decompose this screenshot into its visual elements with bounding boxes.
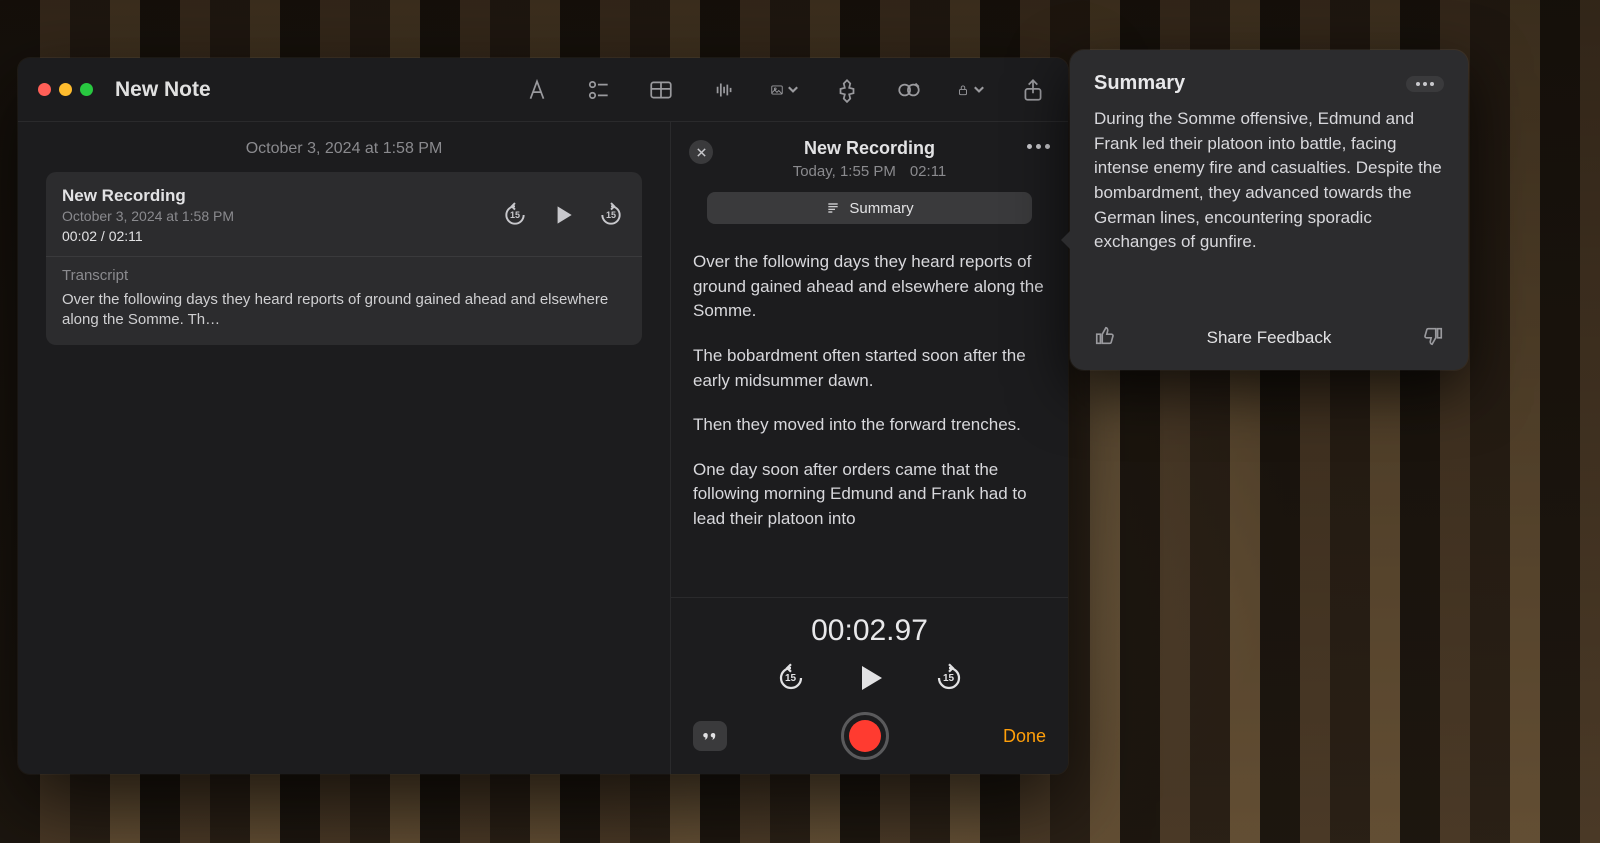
- audio-title: New Recording: [689, 138, 1050, 159]
- lock-icon[interactable]: [956, 75, 986, 105]
- skip-back-15-button[interactable]: 15: [776, 663, 806, 693]
- transcript-paragraph: Then they moved into the forward trenche…: [693, 413, 1046, 438]
- transcript-paragraph: The bobardment often started soon after …: [693, 344, 1046, 393]
- thumbs-down-button[interactable]: [1422, 325, 1444, 352]
- popover-body: During the Somme offensive, Edmund and F…: [1094, 107, 1444, 255]
- notes-window: New Note October 3, 2024 at 1:58 PM: [18, 58, 1068, 774]
- traffic-lights: [38, 83, 93, 96]
- skip-forward-15-button[interactable]: 15: [596, 200, 626, 230]
- window-body: October 3, 2024 at 1:58 PM New Recording…: [18, 122, 1068, 774]
- popover-more-button[interactable]: [1406, 76, 1444, 92]
- share-feedback-button[interactable]: Share Feedback: [1207, 328, 1332, 348]
- popover-title: Summary: [1094, 72, 1185, 95]
- playback-time: 00:02.97: [693, 614, 1046, 648]
- link-icon[interactable]: [894, 75, 924, 105]
- close-window-button[interactable]: [38, 83, 51, 96]
- audio-length: 02:11: [910, 163, 946, 180]
- recording-subtitle: October 3, 2024 at 1:58 PM: [62, 208, 500, 224]
- transcript-paragraph: One day soon after orders came that the …: [693, 458, 1046, 532]
- image-insert-icon[interactable]: [770, 75, 800, 105]
- transcript-paragraph: Over the following days they heard repor…: [693, 250, 1046, 324]
- recording-card[interactable]: New Recording October 3, 2024 at 1:58 PM…: [46, 172, 642, 345]
- audio-date: Today, 1:55 PM: [793, 163, 896, 180]
- summary-popover: Summary During the Somme offensive, Edmu…: [1070, 50, 1468, 370]
- close-panel-button[interactable]: [689, 140, 713, 164]
- playback-bar: 00:02.97 15 15: [671, 597, 1068, 774]
- minimize-window-button[interactable]: [59, 83, 72, 96]
- note-content-area: October 3, 2024 at 1:58 PM New Recording…: [18, 122, 670, 774]
- done-button[interactable]: Done: [1003, 726, 1046, 747]
- format-icon[interactable]: [522, 75, 552, 105]
- toolbar: [522, 75, 1048, 105]
- transcript-body[interactable]: Over the following days they heard repor…: [671, 234, 1068, 597]
- thumbs-up-button[interactable]: [1094, 325, 1116, 352]
- panel-more-button[interactable]: [1027, 144, 1050, 149]
- share-icon[interactable]: [1018, 75, 1048, 105]
- audio-wave-icon[interactable]: [708, 75, 738, 105]
- recording-title: New Recording: [62, 186, 500, 206]
- transcript-snippet: Over the following days they heard repor…: [62, 290, 626, 331]
- table-icon[interactable]: [646, 75, 676, 105]
- note-date: October 3, 2024 at 1:58 PM: [46, 140, 642, 158]
- checklist-icon[interactable]: [584, 75, 614, 105]
- titlebar: New Note: [18, 58, 1068, 122]
- record-button[interactable]: [841, 712, 889, 760]
- transcript-label: Transcript: [62, 257, 626, 290]
- summary-button[interactable]: Summary: [707, 192, 1032, 224]
- insert-quote-button[interactable]: [693, 721, 727, 751]
- play-button[interactable]: [854, 662, 886, 694]
- zoom-window-button[interactable]: [80, 83, 93, 96]
- skip-back-15-button[interactable]: 15: [500, 200, 530, 230]
- shape-icon[interactable]: [832, 75, 862, 105]
- window-title: New Note: [115, 78, 211, 102]
- recording-elapsed: 00:02 / 02:11: [62, 228, 500, 244]
- skip-forward-15-button[interactable]: 15: [934, 663, 964, 693]
- audio-panel: New Recording Today, 1:55 PM 02:11 Summa…: [670, 122, 1068, 774]
- play-button[interactable]: [548, 200, 578, 230]
